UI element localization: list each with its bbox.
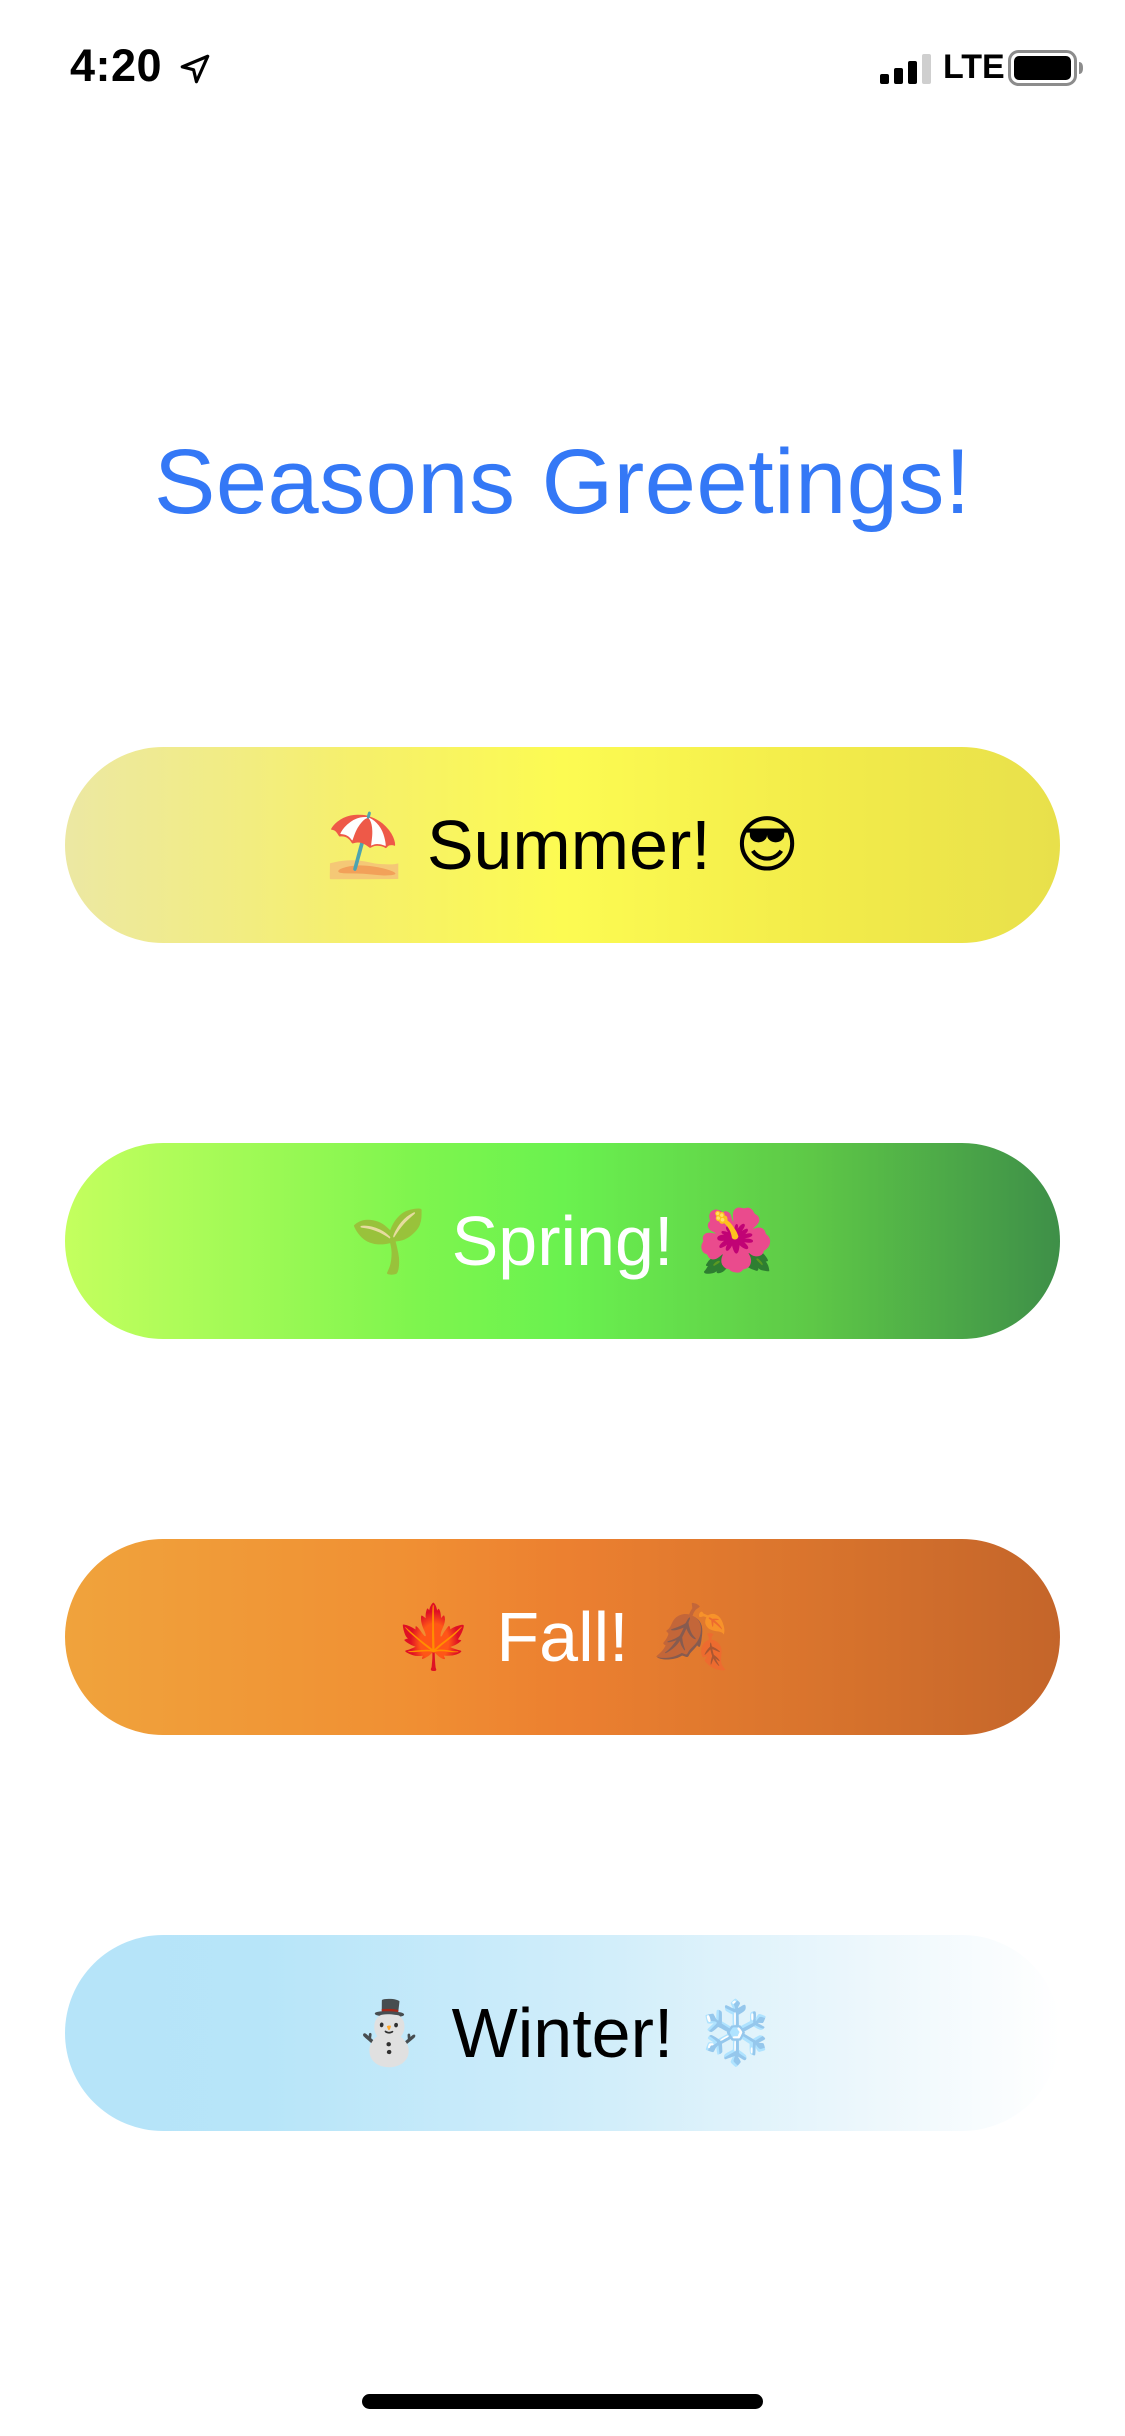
- seedling-icon: 🌱: [350, 1204, 428, 1277]
- spring-button[interactable]: 🌱 Spring! 🌺: [65, 1143, 1060, 1339]
- maple-leaf-icon: 🍁: [395, 1600, 473, 1673]
- location-arrow-icon: [180, 54, 210, 84]
- home-indicator[interactable]: [362, 2394, 763, 2409]
- spring-label: Spring!: [451, 1202, 674, 1280]
- sunglasses-face-icon: 😎: [734, 808, 800, 881]
- status-time: 4:20: [70, 40, 163, 91]
- winter-label: Winter!: [451, 1994, 674, 2072]
- fallen-leaf-icon: 🍂: [652, 1600, 730, 1673]
- status-bar: 4:20 LTE: [0, 0, 1125, 135]
- page-title: Seasons Greetings!: [153, 431, 971, 533]
- summer-button[interactable]: ⛱️ Summer! 😎: [65, 747, 1060, 943]
- battery-icon: [1008, 50, 1083, 86]
- fall-button[interactable]: 🍁 Fall! 🍂: [65, 1539, 1060, 1735]
- beach-umbrella-icon: ⛱️: [325, 808, 403, 881]
- summer-label: Summer!: [426, 806, 711, 884]
- snowflake-icon: ❄️: [697, 1996, 775, 2069]
- snowman-icon: ⛄: [350, 1996, 428, 2069]
- hibiscus-icon: 🌺: [697, 1204, 775, 1277]
- winter-button[interactable]: ⛄ Winter! ❄️: [65, 1935, 1060, 2131]
- network-type-label: LTE: [943, 48, 1005, 86]
- fall-label: Fall!: [496, 1598, 629, 1676]
- cellular-signal-icon: [880, 54, 931, 84]
